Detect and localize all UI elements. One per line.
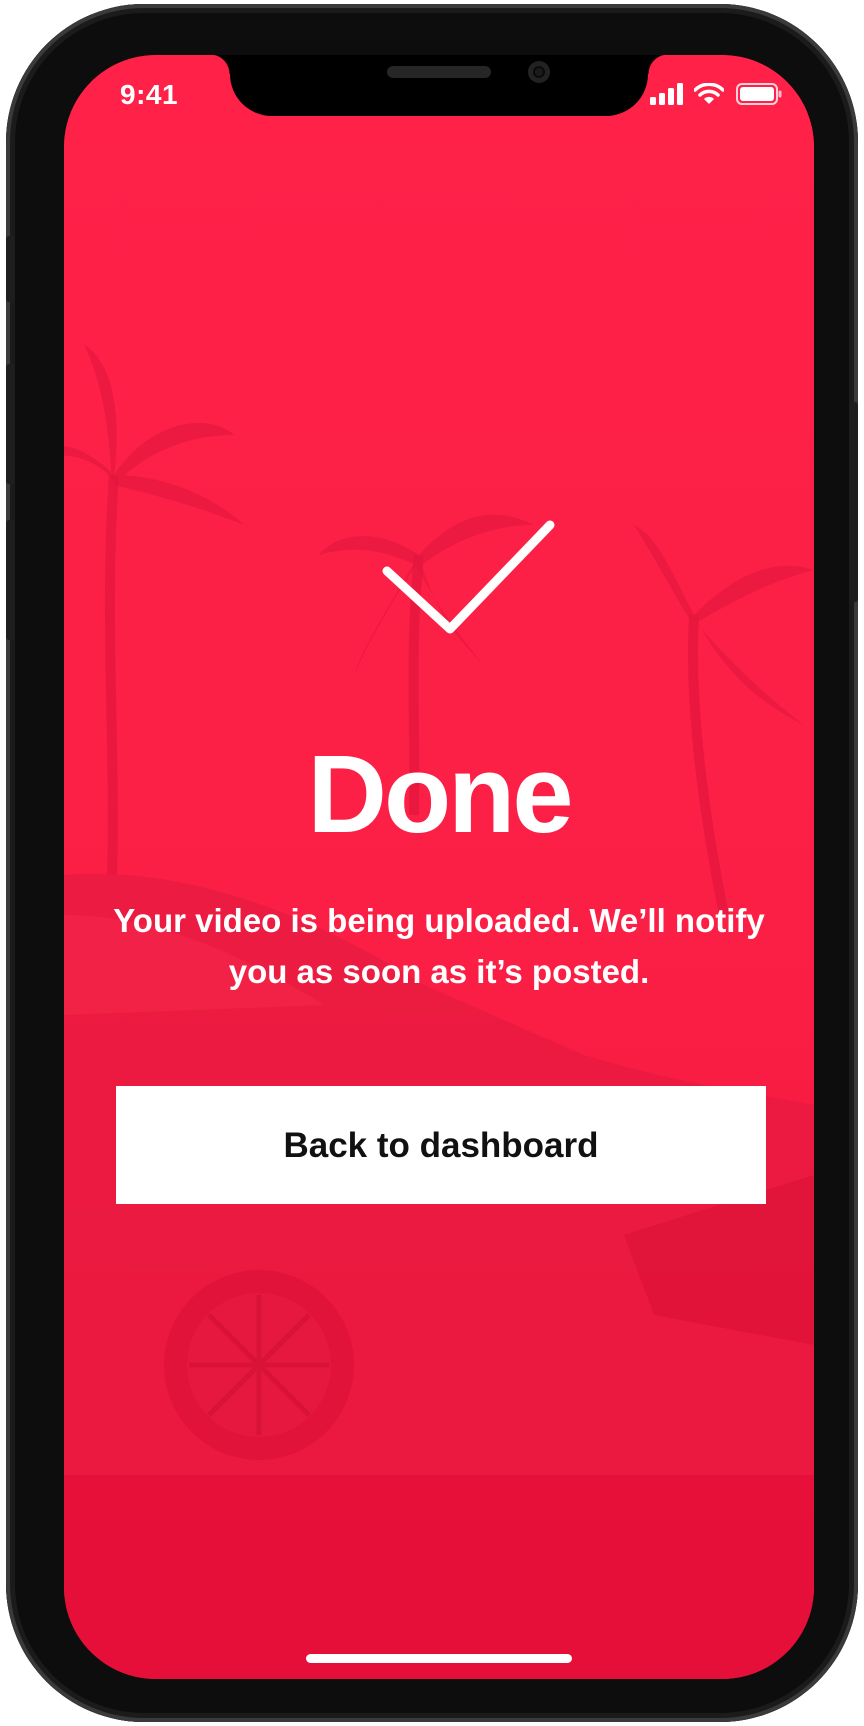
back-to-dashboard-button[interactable]: Back to dashboard [116, 1086, 766, 1204]
wifi-icon [693, 82, 725, 105]
screen: Done Your video is being uploaded. We’ll… [64, 55, 814, 1679]
volume-down-button [6, 520, 15, 640]
checkmark-icon [382, 520, 555, 634]
notch [210, 55, 668, 116]
volume-up-button [6, 364, 15, 484]
front-camera [528, 61, 550, 83]
upload-message: Your video is being uploaded. We’ll noti… [113, 902, 765, 990]
home-indicator[interactable] [306, 1654, 572, 1663]
signal-icon [650, 83, 684, 105]
status-time: 9:41 [120, 79, 179, 110]
speaker-grille [387, 66, 491, 78]
battery-icon [736, 83, 782, 105]
status-icons [650, 82, 784, 107]
phone-frame: Done Your video is being uploaded. We’ll… [6, 4, 858, 1722]
page-title: Done [307, 733, 574, 856]
confirmation-panel: Done Your video is being uploaded. We’ll… [64, 55, 814, 1679]
power-button [849, 402, 858, 602]
mute-switch [6, 236, 15, 302]
